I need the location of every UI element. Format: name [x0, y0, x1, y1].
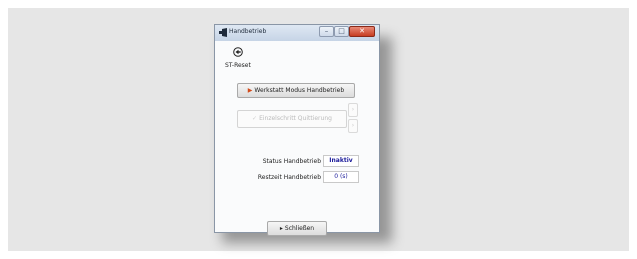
close-button-label: Schließen: [284, 225, 315, 232]
handbetrieb-window: Handbetrieb – □ ✕ ST-Reset ▶ Werkstatt Mo…: [214, 24, 380, 236]
check-icon: ✓: [252, 115, 258, 122]
play-icon: ▶: [247, 87, 253, 94]
status-label: Status Handbetrieb: [262, 158, 321, 165]
start-manual-mode-label: Werkstatt Modus Handbetrieb: [254, 87, 345, 94]
remaining-time-field: 0 (s): [323, 171, 359, 183]
window-content: ST-Reset ▶ Werkstatt Modus Handbetrieb ✓ E…: [215, 41, 379, 236]
remaining-time-label: Restzeit Handbetrieb: [257, 174, 321, 181]
step-acknowledge-label: Einzelschritt Quittierung: [259, 115, 332, 122]
app-icon: [219, 28, 227, 37]
st-reset-label: ST-Reset: [225, 62, 251, 69]
step-acknowledge-button[interactable]: ✓ Einzelschritt Quittierung: [237, 110, 347, 128]
close-button[interactable]: ▸ Schließen: [267, 221, 327, 236]
close-window-button[interactable]: ✕: [349, 26, 375, 37]
minimize-button[interactable]: –: [319, 26, 334, 37]
close-icon: ✕: [359, 27, 365, 35]
reset-arrow-icon[interactable]: [233, 47, 243, 57]
chevron-right-icon: ›: [351, 106, 355, 113]
start-manual-mode-button[interactable]: ▶ Werkstatt Modus Handbetrieb: [237, 83, 355, 98]
side-arrow-down-button[interactable]: ›: [348, 119, 358, 133]
chevron-right-icon: ›: [351, 122, 355, 129]
title-bar[interactable]: Handbetrieb – □ ✕: [215, 25, 379, 42]
maximize-icon: □: [338, 27, 345, 35]
arrow-right-icon: ▸: [279, 225, 283, 232]
window-title: Handbetrieb: [229, 28, 267, 35]
maximize-button[interactable]: □: [334, 26, 349, 37]
side-arrow-up-button[interactable]: ›: [348, 103, 358, 117]
status-value-field: Inaktiv: [323, 155, 359, 167]
minimize-icon: –: [324, 27, 329, 35]
